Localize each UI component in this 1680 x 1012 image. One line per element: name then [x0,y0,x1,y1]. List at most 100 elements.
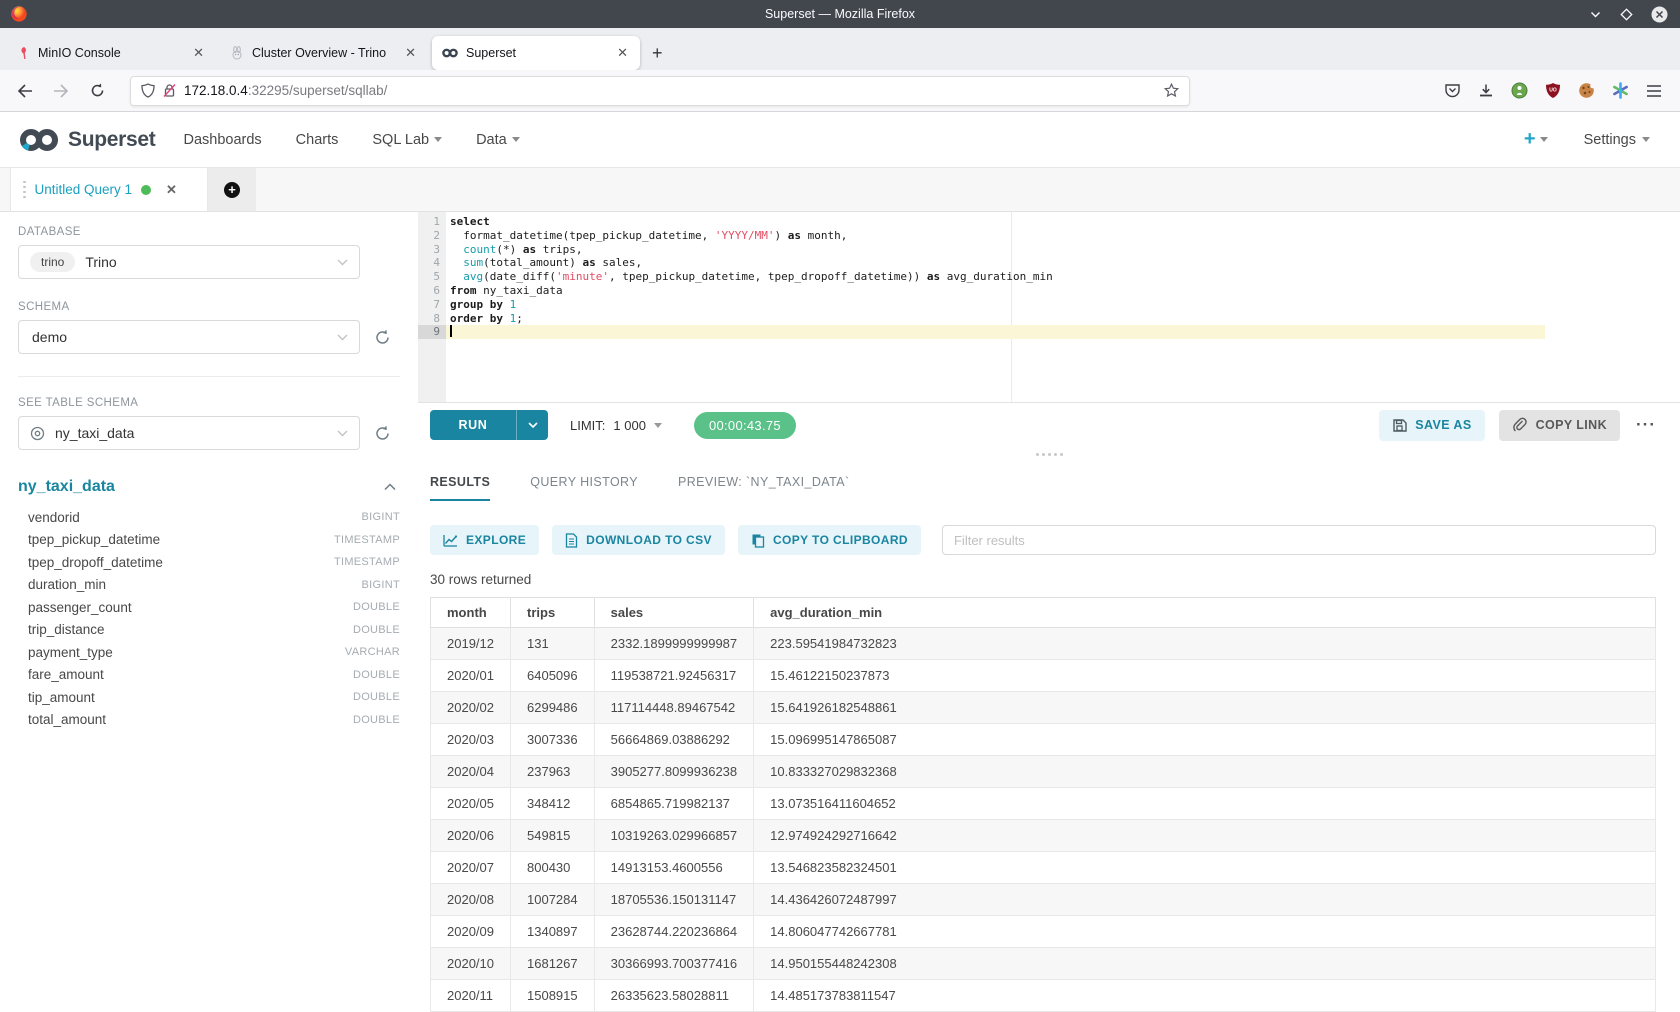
nav-charts[interactable]: Charts [296,132,339,148]
chart-icon [443,534,458,547]
run-button[interactable]: RUN [430,410,516,440]
tab-query-history[interactable]: QUERY HISTORY [530,475,638,501]
result-cell: 131 [511,628,595,660]
nav-dashboards[interactable]: Dashboards [183,132,261,148]
column-name: duration_min [28,577,106,592]
tab-close-icon[interactable]: ✕ [615,45,630,61]
nav-sql-lab[interactable]: SQL Lab [372,132,442,148]
column-name: passenger_count [28,600,132,615]
schema-column-row[interactable]: trip_distanceDOUBLE [18,619,400,642]
code-line[interactable]: select [446,215,1545,229]
new-item-button[interactable]: + [1524,128,1548,151]
column-header[interactable]: sales [594,598,754,628]
ublock-icon[interactable]: UO [1545,82,1561,99]
reload-button[interactable] [82,76,112,106]
rows-returned-text: 30 rows returned [430,572,1656,587]
query-tab-active[interactable]: Untitled Query 1 ✕ [10,168,208,211]
menu-hamburger-icon[interactable] [1646,84,1662,98]
table-value: ny_taxi_data [55,425,134,441]
line-number: 3 [418,243,446,257]
browser-tab-trino[interactable]: Cluster Overview - Trino ✕ [220,36,428,70]
table-panel-title[interactable]: ny_taxi_data [18,478,115,496]
forward-button[interactable] [46,76,76,106]
code-line[interactable] [446,325,1545,339]
run-options-caret[interactable] [516,410,548,440]
download-csv-button[interactable]: DOWNLOAD TO CSV [552,525,725,555]
bookmark-star-icon[interactable] [1164,83,1179,98]
tab-close-icon[interactable]: ✕ [403,45,418,61]
run-split-button[interactable]: RUN [430,410,548,440]
code-line[interactable]: sum(total_amount) as sales, [446,256,1545,270]
filter-results-input[interactable] [942,525,1656,555]
tab-results[interactable]: RESULTS [430,475,490,501]
add-query-tab-button[interactable]: + [208,168,256,211]
column-header[interactable]: month [431,598,511,628]
collapse-chevron-up-icon[interactable] [384,483,396,491]
schema-column-row[interactable]: tpep_dropoff_datetimeTIMESTAMP [18,551,400,574]
copy-link-button[interactable]: COPY LINK [1499,410,1620,441]
result-cell: 237963 [511,756,595,788]
eye-icon [30,426,45,441]
schema-column-row[interactable]: vendoridBIGINT [18,506,400,529]
pocket-icon[interactable] [1444,82,1461,99]
schema-column-row[interactable]: total_amountDOUBLE [18,709,400,732]
column-header[interactable]: trips [511,598,595,628]
extension-green-icon[interactable] [1511,82,1528,99]
svg-text:UO: UO [1549,88,1557,94]
browser-tab-minio[interactable]: MinIO Console ✕ [8,36,216,70]
editor-toolbar: RUN LIMIT: 1 000 00:00:43.75 SAVE AS [418,402,1680,447]
save-as-button[interactable]: SAVE AS [1379,410,1484,441]
schema-column-row[interactable]: payment_typeVARCHAR [18,641,400,664]
refresh-tables-icon[interactable] [374,425,391,442]
url-bar[interactable]: 172.18.0.4:32295/superset/sqllab/ [130,76,1190,106]
caret-down-icon [1540,137,1548,142]
code-line[interactable]: order by 1; [446,312,1545,326]
chevron-down-icon [337,328,348,346]
schema-column-row[interactable]: tpep_pickup_datetimeTIMESTAMP [18,529,400,552]
code-line[interactable]: count(*) as trips, [446,243,1545,257]
settings-menu[interactable]: Settings [1584,132,1650,148]
maximize-button[interactable] [1620,8,1633,21]
close-window-button[interactable] [1651,6,1668,23]
limit-dropdown[interactable]: LIMIT: 1 000 [570,418,662,433]
code-line[interactable]: format_datetime(tpep_pickup_datetime, 'Y… [446,229,1545,243]
schema-column-row[interactable]: duration_minBIGINT [18,574,400,597]
new-tab-button[interactable]: + [642,43,673,70]
schema-column-row[interactable]: tip_amountDOUBLE [18,686,400,709]
more-options-button[interactable]: ··· [1636,415,1656,435]
cookie-icon[interactable] [1578,82,1595,99]
colorful-asterisk-extension-icon[interactable] [1612,82,1629,99]
shield-icon[interactable] [141,83,155,98]
sql-editor[interactable]: 123456789 select format_datetime(tpep_pi… [418,212,1545,402]
schema-column-row[interactable]: passenger_countDOUBLE [18,596,400,619]
schema-column-row[interactable]: fare_amountDOUBLE [18,664,400,687]
table-select[interactable]: ny_taxi_data [18,416,360,450]
refresh-schemas-icon[interactable] [374,329,391,346]
tab-preview-table[interactable]: PREVIEW: `NY_TAXI_DATA` [678,475,850,501]
back-button[interactable] [10,76,40,106]
column-header[interactable]: avg_duration_min [754,598,1656,628]
code-line[interactable]: group by 1 [446,298,1545,312]
superset-logo[interactable]: Superset [18,127,155,153]
browser-tab-superset[interactable]: Superset ✕ [432,36,640,70]
url-text[interactable]: 172.18.0.4:32295/superset/sqllab/ [184,83,1156,98]
result-cell: 23628744.220236864 [594,916,754,948]
downloads-icon[interactable] [1478,83,1494,99]
tab-close-icon[interactable]: ✕ [191,45,206,61]
nav-data[interactable]: Data [476,132,520,148]
result-cell: 2020/10 [431,948,511,980]
query-tab-close-icon[interactable]: ✕ [166,182,177,198]
editor-code-area[interactable]: select format_datetime(tpep_pickup_datet… [446,212,1545,402]
copy-clipboard-button[interactable]: COPY TO CLIPBOARD [738,525,921,555]
database-select[interactable]: trino Trino [18,245,360,279]
caret-down-icon [654,423,662,428]
pane-resize-handle[interactable] [418,447,1680,461]
lock-disabled-icon[interactable] [163,83,176,98]
drag-handle-icon[interactable] [23,181,26,199]
code-line[interactable]: from ny_taxi_data [446,284,1545,298]
explore-button[interactable]: EXPLORE [430,525,539,555]
minimize-button[interactable] [1589,8,1602,21]
code-line[interactable]: avg(date_diff('minute', tpep_pickup_date… [446,270,1545,284]
result-cell: 6854865.719982137 [594,788,754,820]
schema-select[interactable]: demo [18,320,360,354]
